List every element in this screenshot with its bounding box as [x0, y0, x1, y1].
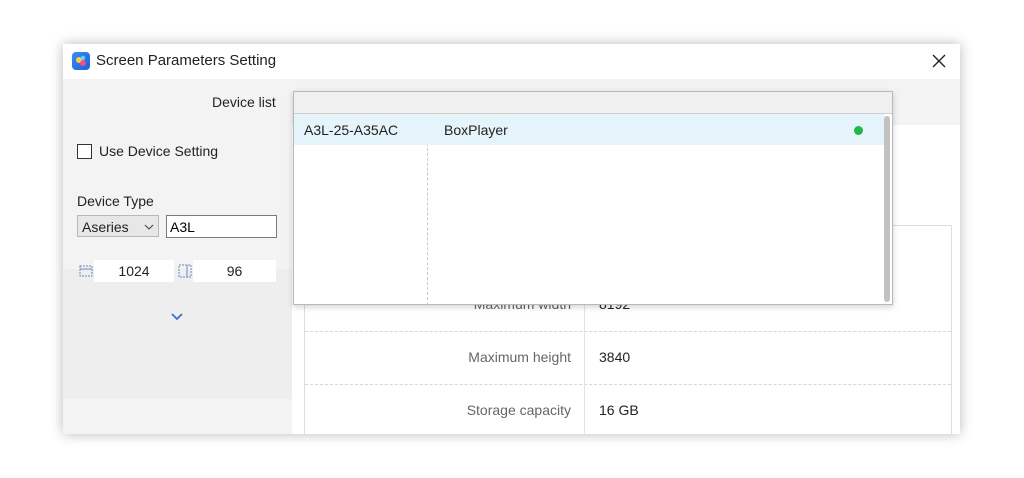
width-field[interactable]: 1024 — [94, 260, 174, 282]
info-value: 16 GB — [599, 402, 639, 418]
device-id: A3L-25-A35AC — [304, 122, 399, 138]
left-panel-lower — [63, 269, 292, 399]
checkbox-box[interactable] — [77, 144, 92, 159]
use-device-setting-label: Use Device Setting — [99, 143, 219, 159]
device-name: BoxPlayer — [444, 122, 508, 138]
info-label: Maximum height — [468, 349, 571, 365]
screen-parameters-dialog: Screen Parameters Setting Device list Us… — [63, 44, 960, 434]
device-list-label: Device list — [212, 94, 276, 110]
info-label: Storage capacity — [466, 402, 571, 418]
app-logo-icon — [72, 52, 90, 70]
chevron-down-icon — [171, 313, 183, 321]
height-icon — [178, 264, 192, 278]
model-input[interactable] — [166, 215, 277, 238]
series-select[interactable]: Aseries — [77, 215, 159, 237]
dialog-title: Screen Parameters Setting — [96, 52, 277, 69]
close-button[interactable] — [927, 50, 951, 72]
height-field[interactable]: 96 — [193, 260, 276, 282]
title-bar: Screen Parameters Setting — [63, 44, 960, 79]
device-list-header[interactable] — [294, 92, 892, 114]
info-value: 3840 — [599, 349, 631, 365]
width-icon — [79, 265, 93, 277]
table-row: Maximum height 3840 — [305, 331, 951, 385]
table-row: Storage capacity 16 GB — [305, 384, 951, 434]
scrollbar[interactable] — [884, 116, 890, 302]
close-icon — [932, 54, 946, 68]
chevron-down-icon — [144, 224, 154, 230]
series-select-value: Aseries — [82, 219, 129, 235]
device-list-item[interactable]: A3L-25-A35AC BoxPlayer — [294, 114, 884, 145]
online-status-icon — [854, 126, 863, 135]
device-list-dropdown[interactable]: A3L-25-A35AC BoxPlayer — [293, 91, 893, 305]
expand-button[interactable] — [169, 310, 185, 322]
device-type-label: Device Type — [77, 193, 154, 209]
